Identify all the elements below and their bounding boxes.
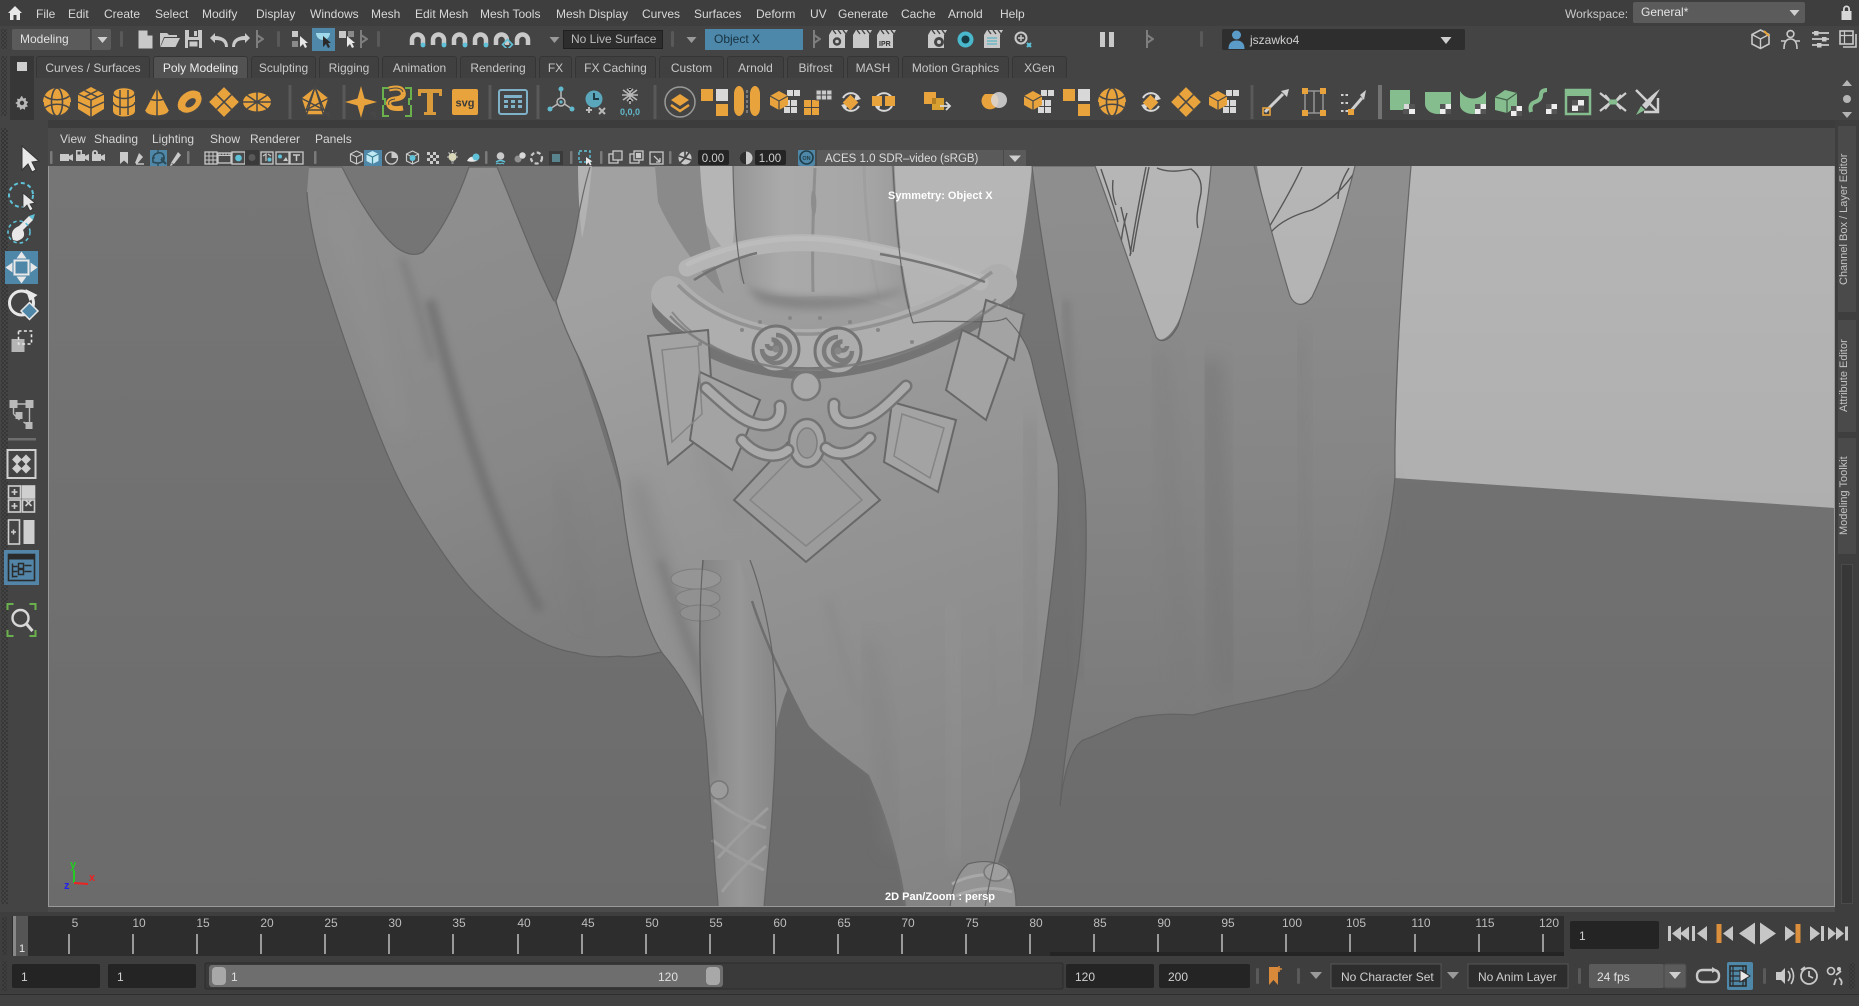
- svg-text:1: 1: [19, 943, 25, 955]
- svg-text:120: 120: [1539, 916, 1559, 930]
- svg-text:Symmetry: Object X: Symmetry: Object X: [888, 190, 993, 202]
- svg-text:0.00: 0.00: [702, 153, 724, 165]
- svg-text:200: 200: [1168, 970, 1188, 984]
- svg-text:75: 75: [965, 916, 979, 930]
- svg-text:20: 20: [260, 916, 274, 930]
- svg-text:30: 30: [388, 916, 402, 930]
- svg-text:45: 45: [581, 916, 595, 930]
- svg-text:120: 120: [1075, 970, 1095, 984]
- svg-text:10: 10: [132, 916, 146, 930]
- svg-text:35: 35: [452, 916, 466, 930]
- svg-text:2D Pan/Zoom : persp: 2D Pan/Zoom : persp: [885, 891, 995, 903]
- svg-text:1: 1: [231, 970, 238, 984]
- svg-text:15: 15: [196, 916, 210, 930]
- svg-text:1: 1: [117, 970, 124, 984]
- svg-text:1.00: 1.00: [759, 153, 781, 165]
- svg-text:110: 110: [1411, 916, 1430, 930]
- svg-text:1: 1: [1579, 929, 1586, 943]
- svg-text:105: 105: [1346, 916, 1366, 930]
- svg-text:25: 25: [324, 916, 338, 930]
- svg-text:55: 55: [709, 916, 723, 930]
- svg-text:y: y: [70, 859, 77, 871]
- svg-text:z: z: [64, 880, 70, 892]
- svg-text:85: 85: [1093, 916, 1107, 930]
- svg-text:ON: ON: [802, 156, 810, 162]
- svg-text:ACES 1.0 SDR–video (sRGB): ACES 1.0 SDR–video (sRGB): [825, 153, 979, 165]
- svg-text:x: x: [89, 872, 96, 884]
- svg-text:24 fps: 24 fps: [1597, 970, 1630, 984]
- svg-text:No Anim Layer: No Anim Layer: [1478, 970, 1557, 984]
- svg-text:95: 95: [1221, 916, 1235, 930]
- svg-text:1: 1: [21, 970, 28, 984]
- svg-text:5: 5: [72, 916, 79, 930]
- svg-text:50: 50: [645, 916, 659, 930]
- svg-text:65: 65: [837, 916, 851, 930]
- svg-text:90: 90: [1157, 916, 1171, 930]
- svg-text:120: 120: [658, 970, 678, 984]
- svg-text:100: 100: [1282, 916, 1302, 930]
- svg-text:80: 80: [1029, 916, 1043, 930]
- svg-text:115: 115: [1475, 916, 1494, 930]
- svg-text:40: 40: [517, 916, 531, 930]
- svg-text:60: 60: [773, 916, 787, 930]
- svg-text:IPR: IPR: [879, 41, 891, 48]
- svg-text:No Character Set: No Character Set: [1341, 970, 1434, 984]
- svg-text:70: 70: [901, 916, 915, 930]
